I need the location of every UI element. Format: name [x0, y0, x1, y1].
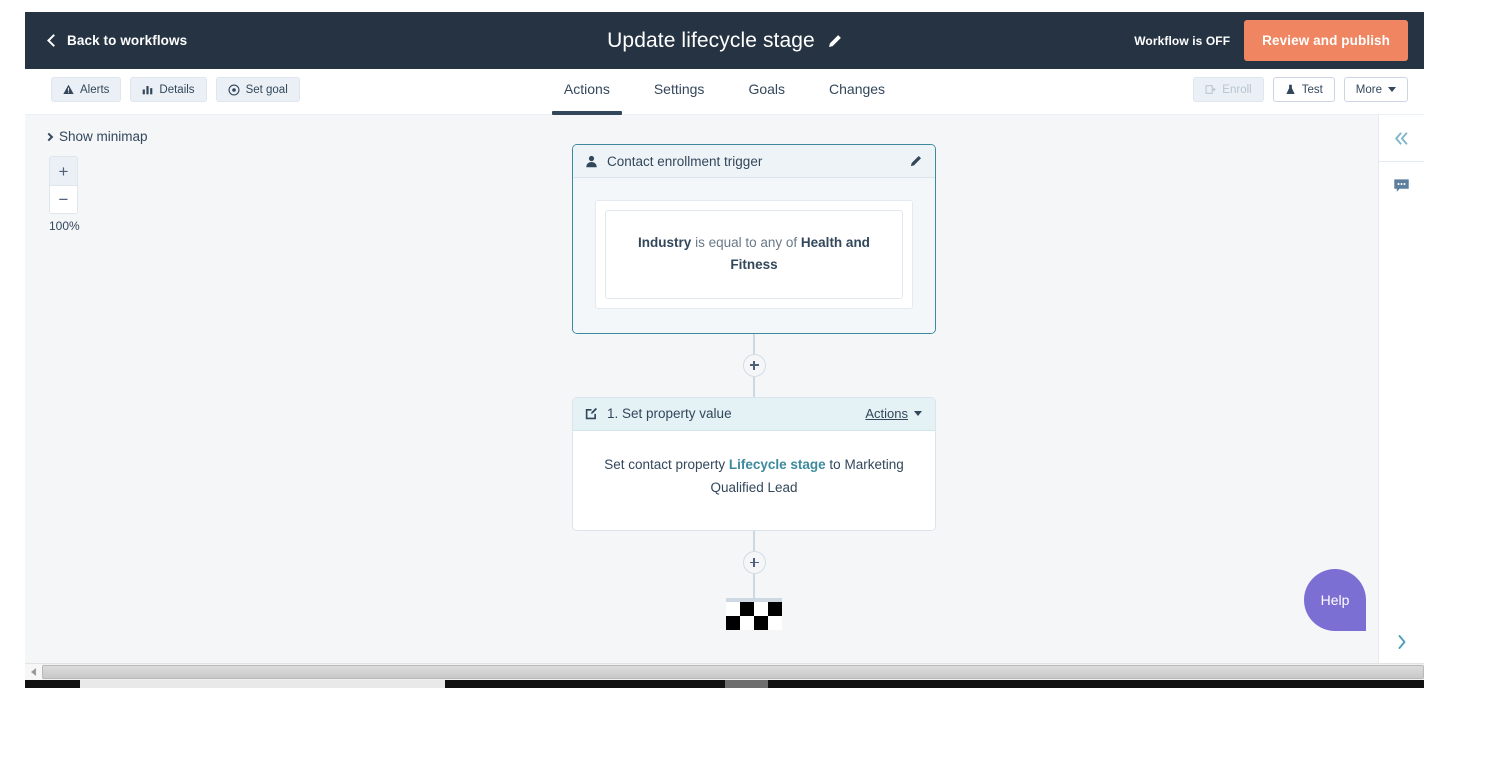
more-label: More [1355, 83, 1382, 96]
page-scrollbar[interactable] [25, 680, 1424, 688]
action-card-actions-menu[interactable]: Actions [865, 406, 922, 421]
tab-actions[interactable]: Actions [542, 69, 632, 115]
zoom-controls: + − [49, 156, 78, 214]
editor-toolbar: Alerts Details Set goal Actions Settings… [25, 69, 1424, 115]
zoom-in-button[interactable]: + [50, 157, 77, 185]
action-card-title: 1. Set property value [607, 406, 732, 422]
caret-down-icon [914, 411, 922, 417]
flask-icon [1286, 84, 1295, 94]
trigger-filter-panel: Industry is equal to any of Health and F… [595, 200, 913, 309]
action-description-middle: to [829, 456, 841, 472]
collapse-panel-button[interactable] [1379, 115, 1425, 161]
comment-bubble-icon [1394, 178, 1409, 192]
show-minimap-toggle[interactable]: Show minimap [44, 129, 148, 144]
workflow-editor-app: Back to workflows Update lifecycle stage… [25, 12, 1424, 681]
details-button[interactable]: Details [130, 77, 207, 102]
help-label: Help [1320, 592, 1350, 608]
tab-changes[interactable]: Changes [807, 69, 907, 115]
set-goal-label: Set goal [245, 83, 288, 96]
connector-line [753, 376, 755, 397]
tab-settings[interactable]: Settings [632, 69, 727, 115]
checkered-flag-icon [726, 599, 782, 630]
tab-goals[interactable]: Goals [726, 69, 807, 115]
enroll-button[interactable]: Enroll [1193, 77, 1264, 102]
show-minimap-label: Show minimap [59, 129, 148, 144]
trigger-card-header: Contact enrollment trigger [573, 145, 935, 178]
scrollbar-thumb[interactable] [42, 664, 1424, 679]
canvas-horizontal-scrollbar[interactable] [25, 663, 1424, 681]
trigger-card-title: Contact enrollment trigger [607, 153, 763, 169]
trigger-card-body: Industry is equal to any of Health and F… [573, 178, 935, 333]
alert-triangle-icon [63, 84, 74, 94]
zoom-out-button[interactable]: − [50, 185, 77, 213]
action-description-prefix: Set contact property [604, 456, 726, 472]
scroll-left-arrow[interactable] [25, 663, 42, 681]
expand-panel-button[interactable] [1379, 629, 1424, 655]
filter-property: Industry [638, 235, 692, 250]
pencil-icon[interactable] [828, 34, 842, 48]
help-button[interactable]: Help [1304, 569, 1366, 631]
back-to-workflows-link[interactable]: Back to workflows [25, 33, 187, 48]
double-chevron-left-icon [1395, 131, 1408, 145]
actions-menu-label: Actions [865, 406, 908, 422]
alerts-label: Alerts [80, 83, 110, 96]
action-card-header: 1. Set property value Actions [573, 397, 935, 431]
page-title: Update lifecycle stage [607, 28, 815, 52]
zoom-level-label: 100% [49, 219, 80, 233]
page-scrollbar-thumb[interactable] [725, 680, 768, 688]
more-button[interactable]: More [1343, 77, 1408, 102]
tab-settings-label: Settings [653, 81, 705, 97]
pencil-icon[interactable] [910, 155, 922, 167]
editor-body: Show minimap + − 100% Contact enrollment… [25, 115, 1424, 663]
chevron-right-icon [1398, 635, 1406, 649]
set-property-value-action-card[interactable]: 1. Set property value Actions Set contac… [572, 396, 936, 531]
chevron-right-icon [44, 132, 54, 141]
alerts-button[interactable]: Alerts [51, 77, 122, 102]
back-to-workflows-label: Back to workflows [67, 33, 188, 48]
enroll-icon [1205, 85, 1216, 94]
tab-goals-label: Goals [748, 81, 786, 97]
trigger-filter-criteria[interactable]: Industry is equal to any of Health and F… [605, 210, 903, 299]
connector-line [753, 333, 755, 354]
connector-line [753, 573, 755, 600]
contact-person-icon [586, 155, 597, 167]
action-description: Set contact property Lifecycle stage to … [599, 453, 909, 500]
review-and-publish-button[interactable]: Review and publish [1244, 20, 1408, 61]
triangle-left-icon [31, 668, 36, 676]
connector-trigger-to-action [742, 333, 766, 397]
tab-actions-label: Actions [563, 81, 610, 97]
enroll-label: Enroll [1222, 83, 1252, 96]
filter-operator: is equal to any of [695, 235, 798, 250]
test-label: Test [1301, 83, 1323, 96]
edit-square-icon [585, 407, 598, 420]
top-bar-right: Workflow is OFF Review and publish [1134, 20, 1424, 61]
workflow-flow: Contact enrollment trigger Industry is e… [572, 144, 936, 630]
top-bar: Back to workflows Update lifecycle stage… [25, 12, 1424, 69]
contact-enrollment-trigger-card[interactable]: Contact enrollment trigger Industry is e… [572, 144, 936, 334]
toolbar-left-group: Alerts Details Set goal [25, 69, 300, 102]
toolbar-right-group: Enroll Test More [1193, 69, 1424, 102]
add-action-button-1[interactable] [742, 353, 766, 377]
bar-chart-icon [143, 86, 153, 95]
tab-changes-label: Changes [829, 81, 886, 97]
workflow-canvas[interactable]: Show minimap + − 100% Contact enrollment… [25, 115, 1378, 663]
target-icon [228, 83, 240, 96]
workflow-status-label: Workflow is OFF [1134, 33, 1231, 48]
test-button[interactable]: Test [1272, 77, 1335, 102]
comments-button[interactable] [1379, 162, 1425, 208]
set-goal-button[interactable]: Set goal [215, 77, 300, 102]
caret-down-icon [1388, 87, 1396, 92]
action-description-property: Lifecycle stage [728, 456, 826, 472]
scrollbar-track[interactable] [42, 663, 1424, 681]
add-action-button-2[interactable] [742, 550, 766, 574]
connector-action-to-end [742, 530, 766, 600]
action-card-body: Set contact property Lifecycle stage to … [573, 430, 935, 530]
right-rail [1378, 115, 1424, 663]
page-scrollbar-track [80, 680, 445, 688]
chevron-left-icon [47, 34, 60, 47]
details-label: Details [159, 83, 195, 96]
connector-line [753, 530, 755, 551]
